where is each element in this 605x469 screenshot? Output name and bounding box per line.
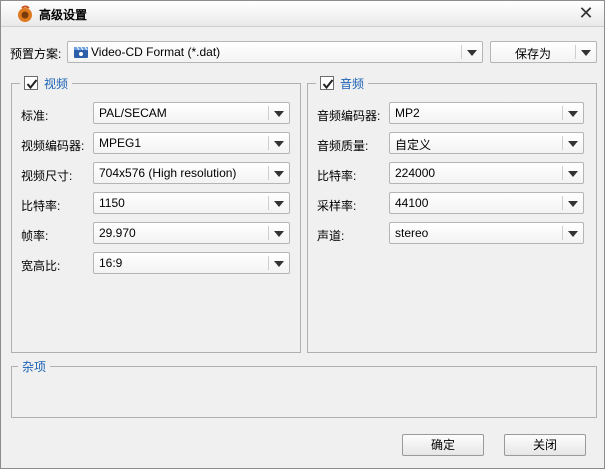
video-bitrate-select[interactable]: 1150	[93, 192, 290, 214]
video-aspect-value: 16:9	[99, 256, 123, 270]
video-bitrate-label: 比特率:	[21, 199, 61, 213]
audio-samplerate-select[interactable]: 44100	[389, 192, 584, 214]
video-size-label: 视频尺寸:	[21, 169, 73, 183]
audio-quality-select[interactable]: 自定义	[389, 132, 584, 154]
video-framerate-select[interactable]: 29.970	[93, 222, 290, 244]
close-icon[interactable]: ✕	[576, 3, 596, 23]
audio-bitrate-select[interactable]: 224000	[389, 162, 584, 184]
settings-dialog: 高级设置 ✕ 预置方案: Video-CD Format (*.dat) 保存为…	[0, 0, 605, 469]
chevron-down-icon	[467, 50, 477, 56]
chevron-down-icon	[568, 201, 578, 207]
video-aspect-select[interactable]: 16:9	[93, 252, 290, 274]
audio-quality-value: 自定义	[395, 138, 432, 152]
audio-quality-label: 音频质量:	[317, 139, 369, 153]
preset-value: Video-CD Format (*.dat)	[91, 45, 221, 59]
combo-separator	[268, 226, 269, 240]
combo-separator	[575, 45, 576, 59]
audio-samplerate-value: 44100	[395, 196, 429, 210]
chevron-down-icon	[274, 261, 284, 267]
chevron-down-icon	[568, 231, 578, 237]
save-as-button[interactable]: 保存为	[490, 41, 597, 63]
audio-codec-label: 音频编码器:	[317, 109, 381, 123]
video-aspect-label: 宽高比:	[21, 259, 61, 273]
chevron-down-icon	[274, 141, 284, 147]
window-title: 高级设置	[39, 8, 88, 22]
preset-select[interactable]: Video-CD Format (*.dat)	[67, 41, 483, 63]
chevron-down-icon	[568, 141, 578, 147]
video-group-header: 视频	[20, 75, 73, 91]
video-group-title: 视频	[44, 76, 69, 91]
chevron-down-icon	[568, 111, 578, 117]
combo-separator	[562, 106, 563, 120]
misc-group	[11, 366, 597, 418]
audio-group-title: 音频	[340, 76, 365, 91]
preset-label: 预置方案:	[10, 47, 62, 61]
combo-separator	[268, 196, 269, 210]
video-bitrate-value: 1150	[99, 196, 125, 210]
combo-separator	[461, 45, 462, 59]
audio-bitrate-value: 224000	[395, 166, 436, 180]
video-codec-label: 视频编码器:	[21, 139, 85, 153]
video-framerate-label: 帧率:	[21, 229, 49, 243]
audio-group-header: 音频	[316, 75, 369, 91]
audio-channels-select[interactable]: stereo	[389, 222, 584, 244]
chevron-down-icon	[274, 231, 284, 237]
ok-button[interactable]: 确定	[402, 434, 484, 456]
audio-codec-select[interactable]: MP2	[389, 102, 584, 124]
combo-separator	[562, 226, 563, 240]
chevron-down-icon	[274, 201, 284, 207]
chevron-down-icon	[581, 50, 591, 56]
combo-separator	[562, 136, 563, 150]
video-framerate-value: 29.970	[99, 226, 136, 240]
audio-bitrate-label: 比特率:	[317, 169, 357, 183]
audio-samplerate-label: 采样率:	[317, 199, 357, 213]
combo-separator	[268, 136, 269, 150]
audio-channels-value: stereo	[395, 226, 429, 240]
save-as-label: 保存为	[515, 47, 552, 61]
misc-group-header: 杂项	[18, 359, 51, 374]
audio-enable-checkbox[interactable]	[320, 76, 334, 90]
chevron-down-icon	[274, 171, 284, 177]
video-codec-value: MPEG1	[99, 136, 142, 150]
video-format-icon	[74, 46, 88, 58]
combo-separator	[268, 106, 269, 120]
chevron-down-icon	[568, 171, 578, 177]
video-size-value: 704x576 (High resolution)	[99, 166, 237, 180]
title-bar[interactable]: 高级设置 ✕	[1, 1, 604, 27]
combo-separator	[562, 196, 563, 210]
video-standard-value: PAL/SECAM	[99, 106, 167, 120]
close-button[interactable]: 关闭	[504, 434, 586, 456]
checkmark-icon	[26, 79, 38, 90]
app-logo-icon	[18, 5, 32, 22]
video-size-select[interactable]: 704x576 (High resolution)	[93, 162, 290, 184]
video-enable-checkbox[interactable]	[24, 76, 38, 90]
audio-codec-value: MP2	[395, 106, 420, 120]
audio-channels-label: 声道:	[317, 229, 345, 243]
video-standard-select[interactable]: PAL/SECAM	[93, 102, 290, 124]
video-standard-label: 标准:	[21, 109, 49, 123]
combo-separator	[268, 166, 269, 180]
combo-separator	[268, 256, 269, 270]
checkmark-icon	[322, 79, 334, 90]
chevron-down-icon	[274, 111, 284, 117]
video-codec-select[interactable]: MPEG1	[93, 132, 290, 154]
misc-group-title: 杂项	[22, 359, 47, 374]
combo-separator	[562, 166, 563, 180]
